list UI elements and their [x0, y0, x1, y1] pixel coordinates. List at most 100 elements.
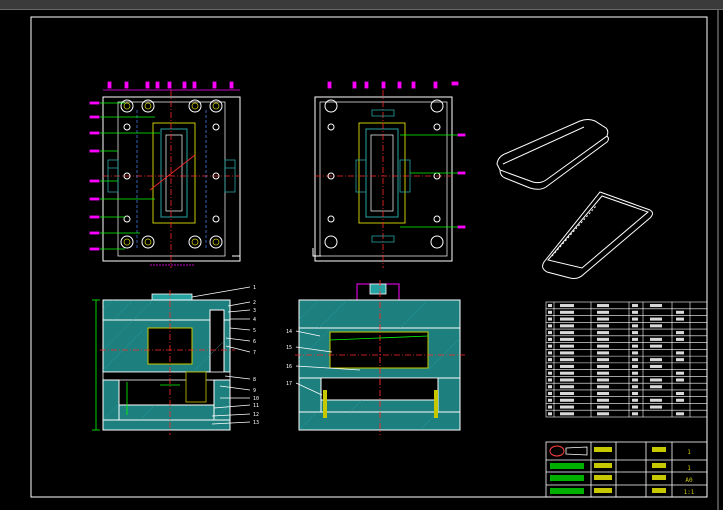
table-cell-mark — [597, 371, 609, 375]
table-cell-mark — [632, 378, 638, 382]
table-cell-mark — [632, 358, 638, 362]
title-block-value-2: 1 — [687, 465, 691, 472]
balloon-11: 11 — [253, 403, 259, 409]
table-cell-mark — [548, 405, 552, 409]
balloon-17: 17 — [286, 381, 292, 387]
table-cell-mark — [676, 378, 684, 382]
balloon-7: 7 — [253, 350, 256, 356]
table-cell-mark — [597, 344, 609, 348]
table-cell-mark — [597, 385, 609, 389]
table-cell-mark — [560, 412, 574, 416]
title-block-value-1: 1 — [687, 449, 691, 456]
parts-table-text-marks — [548, 304, 684, 416]
table-cell-mark — [597, 398, 609, 402]
table-cell-mark — [597, 358, 609, 362]
table-cell-mark — [632, 310, 638, 314]
table-cell-mark — [548, 378, 552, 382]
table-cell-mark — [650, 398, 662, 402]
table-cell-mark — [548, 351, 552, 355]
cad-drawing-canvas[interactable]: 1 1 A0 1:1 1 2 3 4 5 6 7 8 9 10 11 12 13… — [0, 10, 723, 510]
title-block-label-marks — [594, 447, 666, 493]
table-cell-mark — [632, 324, 638, 328]
table-cell-mark — [650, 364, 662, 368]
table-cell-mark — [676, 391, 684, 396]
table-cell-mark — [560, 337, 574, 341]
table-cell-mark — [676, 398, 684, 402]
table-cell-mark — [548, 358, 552, 362]
table-cell-mark — [548, 344, 552, 348]
table-cell-mark — [548, 385, 552, 389]
balloon-10: 10 — [253, 396, 259, 402]
table-cell-mark — [597, 317, 609, 321]
table-cell-mark — [560, 324, 574, 328]
table-cell-mark — [597, 337, 609, 341]
table-cell-mark — [548, 324, 552, 328]
table-cell-mark — [676, 317, 684, 321]
table-cell-mark — [597, 378, 609, 382]
title-block-value-4: 1:1 — [684, 489, 695, 496]
table-cell-mark — [597, 351, 609, 355]
moving-half-plan-view — [89, 81, 241, 268]
table-cell-mark — [548, 371, 552, 375]
balloon-8: 8 — [253, 377, 256, 383]
table-cell-mark — [650, 385, 662, 389]
table-cell-mark — [548, 412, 552, 416]
table-cell-mark — [650, 405, 662, 409]
table-cell-mark — [560, 358, 574, 362]
table-cell-mark — [548, 310, 552, 314]
section-left-view — [92, 286, 251, 435]
balloon-4: 4 — [253, 317, 256, 323]
table-cell-mark — [632, 371, 638, 375]
title-block-logo-icon — [549, 445, 588, 494]
table-cell-mark — [548, 304, 552, 308]
table-cell-mark — [632, 317, 638, 321]
balloon-6: 6 — [253, 339, 256, 345]
table-cell-mark — [676, 371, 684, 375]
balloon-2: 2 — [253, 300, 256, 306]
table-cell-mark — [597, 412, 609, 416]
part-iso-top — [496, 119, 609, 190]
table-cell-mark — [632, 412, 638, 416]
table-cell-mark — [632, 364, 638, 368]
table-cell-mark — [632, 304, 638, 308]
table-cell-mark — [597, 331, 609, 335]
table-cell-mark — [632, 405, 638, 409]
table-cell-mark — [597, 364, 609, 368]
balloon-3: 3 — [253, 308, 256, 314]
table-cell-mark — [650, 304, 662, 308]
fixed-half-plan-view — [312, 81, 466, 268]
table-cell-mark — [560, 398, 574, 402]
table-cell-mark — [597, 324, 609, 328]
table-cell-mark — [560, 364, 574, 368]
table-cell-mark — [650, 317, 662, 321]
balloon-12: 12 — [253, 412, 259, 418]
table-cell-mark — [632, 398, 638, 402]
table-cell-mark — [676, 331, 684, 335]
table-cell-mark — [650, 378, 662, 382]
table-cell-mark — [548, 331, 552, 335]
balloon-15: 15 — [286, 345, 292, 351]
table-cell-mark — [676, 310, 684, 314]
balloon-1: 1 — [253, 285, 256, 291]
table-cell-mark — [548, 398, 552, 402]
table-cell-mark — [548, 391, 552, 396]
table-cell-mark — [676, 358, 684, 362]
table-cell-mark — [632, 351, 638, 355]
title-block-value-3: A0 — [685, 477, 693, 484]
table-cell-mark — [548, 337, 552, 341]
table-cell-mark — [560, 344, 574, 348]
table-cell-mark — [632, 331, 638, 335]
table-cell-mark — [560, 331, 574, 335]
table-cell-mark — [676, 337, 684, 341]
table-cell-mark — [597, 405, 609, 409]
balloon-5: 5 — [253, 328, 256, 334]
table-cell-mark — [650, 324, 662, 328]
table-cell-mark — [560, 405, 574, 409]
balloon-9: 9 — [253, 388, 256, 394]
table-cell-mark — [650, 358, 662, 362]
table-cell-mark — [548, 364, 552, 368]
table-cell-mark — [597, 391, 609, 396]
table-cell-mark — [632, 391, 638, 396]
table-cell-mark — [650, 344, 662, 348]
balloon-16: 16 — [286, 364, 292, 370]
